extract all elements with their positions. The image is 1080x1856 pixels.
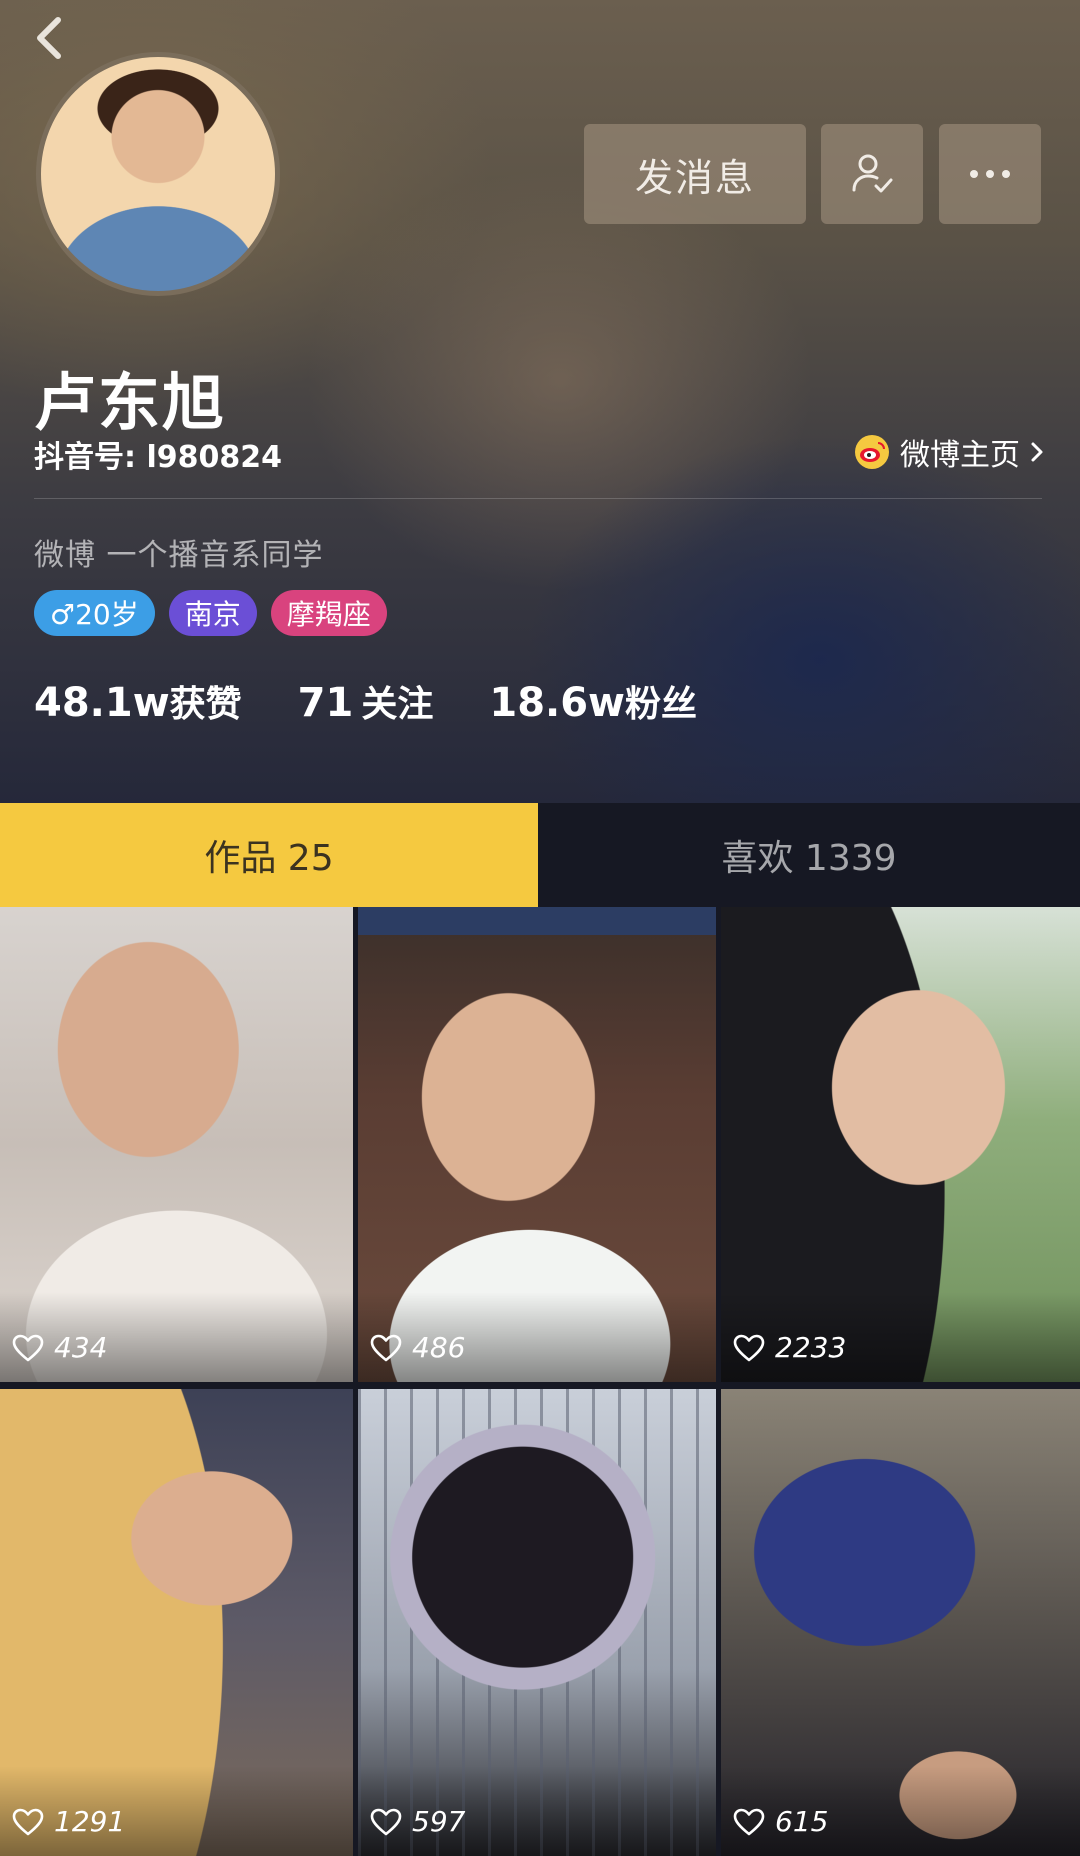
video-like-count: 597 — [370, 1805, 465, 1838]
like-count-text: 597 — [412, 1805, 466, 1838]
video-tile[interactable]: 2233 — [721, 907, 1080, 1382]
video-like-count: 2233 — [733, 1331, 846, 1364]
more-horizontal-icon — [970, 170, 1010, 178]
like-count-text: 615 — [775, 1805, 829, 1838]
weibo-icon — [855, 435, 889, 469]
like-count-text: 1291 — [54, 1805, 126, 1838]
tab-likes[interactable]: 喜欢 1339 — [538, 803, 1080, 907]
follow-button[interactable] — [821, 124, 923, 224]
like-count-text: 486 — [412, 1331, 466, 1364]
chevron-right-icon — [1031, 442, 1043, 462]
video-like-count: 615 — [733, 1805, 828, 1838]
video-tile[interactable]: 615 — [721, 1389, 1080, 1856]
profile-bio: 微博 一个播音系同学 — [34, 538, 324, 573]
likes-received-count: 48.1w — [34, 680, 170, 726]
following-count: 71 — [297, 680, 354, 726]
fans-count: 18.6w — [489, 680, 626, 726]
fans-label: 粉丝 — [625, 684, 698, 725]
more-button[interactable] — [939, 124, 1041, 224]
following-stat[interactable]: 71 关注 — [298, 675, 434, 727]
video-like-count: 1291 — [12, 1805, 125, 1838]
divider — [34, 498, 1042, 499]
weibo-homepage-link[interactable]: 微博主页 — [854, 430, 1044, 474]
profile-header: 发消息 卢东旭 抖音号: l980824 微博主页 微博 一个播音系同学 ♂20… — [0, 0, 1080, 803]
tab-works[interactable]: 作品 25 — [0, 803, 538, 907]
chevron-left-icon — [37, 17, 61, 59]
age-gender-tag: ♂20岁 — [34, 590, 155, 636]
profile-name: 卢东旭 — [34, 366, 227, 439]
send-message-label: 发消息 — [634, 155, 755, 200]
like-count-text: 2233 — [775, 1331, 847, 1364]
video-like-count: 434 — [12, 1331, 107, 1364]
likes-received-label: 获赞 — [169, 684, 242, 725]
like-count-text: 434 — [54, 1331, 108, 1364]
video-like-count: 486 — [370, 1331, 465, 1364]
zodiac-tag: 摩羯座 — [270, 590, 387, 636]
heart-icon — [12, 1808, 44, 1835]
thumbnail-decoration — [358, 907, 716, 935]
heart-icon — [370, 1808, 402, 1835]
video-tile[interactable]: 486 — [358, 907, 716, 1382]
video-tile[interactable]: 434 — [0, 907, 353, 1382]
heart-icon — [12, 1334, 44, 1361]
city-tag: 南京 — [168, 590, 257, 636]
fans-stat[interactable]: 18.6w 粉丝 — [489, 675, 697, 727]
profile-tags: ♂20岁 南京 摩羯座 — [34, 590, 387, 636]
video-tile[interactable]: 597 — [358, 1389, 716, 1856]
back-button[interactable] — [28, 12, 72, 64]
heart-icon — [370, 1334, 402, 1361]
video-grid: 434 486 2233 1291 597 615 — [0, 907, 1080, 1856]
video-tile[interactable]: 1291 — [0, 1389, 353, 1856]
likes-received-stat: 48.1w 获赞 — [34, 675, 242, 727]
weibo-homepage-label: 微博主页 — [900, 438, 1020, 473]
following-label: 关注 — [361, 684, 434, 725]
send-message-button[interactable]: 发消息 — [584, 124, 806, 224]
profile-stats: 48.1w 获赞 71 关注 18.6w 粉丝 — [34, 675, 753, 727]
heart-icon — [733, 1334, 765, 1361]
douyin-id: 抖音号: l980824 — [34, 440, 282, 475]
heart-icon — [733, 1808, 765, 1835]
user-check-icon — [852, 154, 893, 193]
avatar[interactable] — [36, 52, 280, 296]
